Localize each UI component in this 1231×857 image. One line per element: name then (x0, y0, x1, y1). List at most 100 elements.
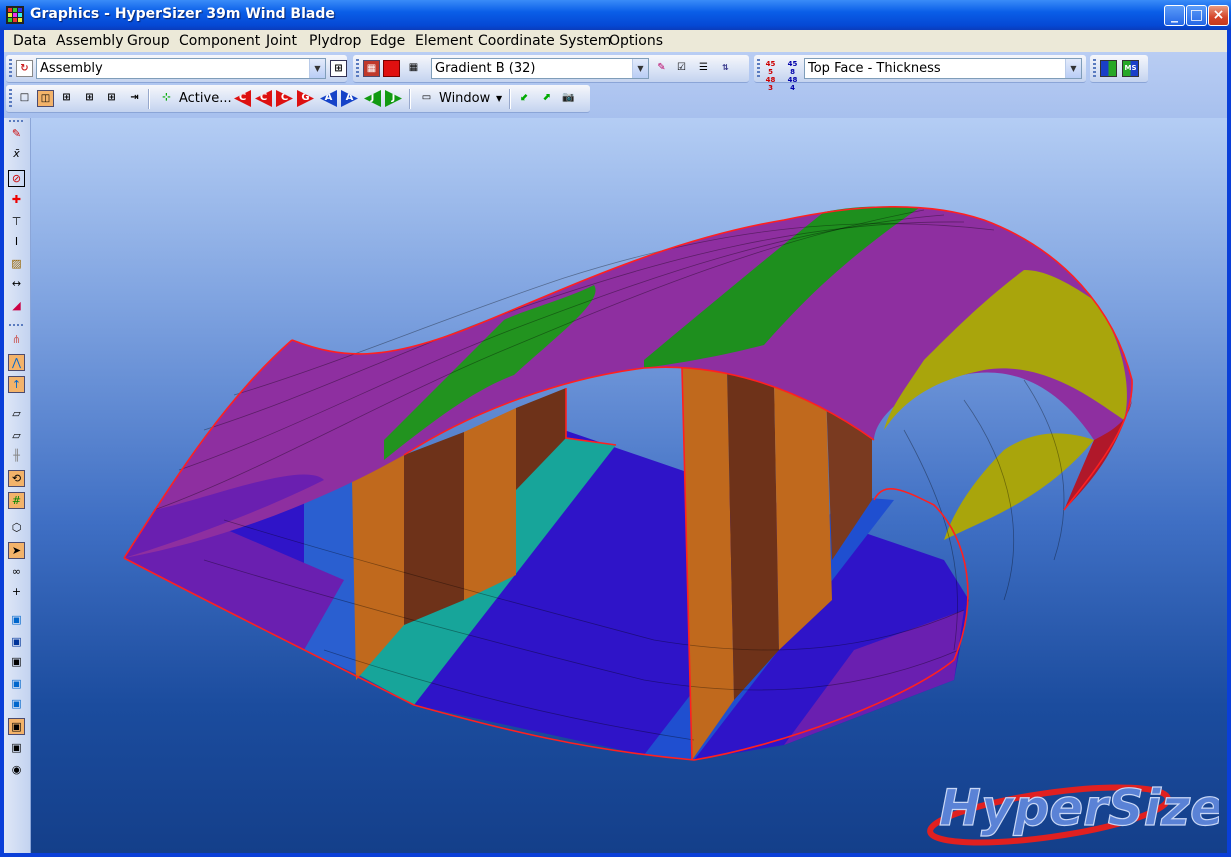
mesh-fill-icon[interactable]: ▦ (363, 60, 380, 77)
no-entry-icon[interactable]: ⊘ (8, 170, 25, 187)
add-icon[interactable]: ✚ (8, 192, 25, 209)
box-view-1-icon[interactable]: ▣ (8, 612, 25, 629)
tree-icon[interactable]: ⋔ (8, 332, 25, 349)
rotate-icon[interactable]: ⟲ (8, 470, 25, 487)
box-view-2-icon[interactable]: ▣ (8, 634, 25, 651)
chevron-down-icon[interactable]: ▼ (632, 59, 648, 78)
numeric-grid-icon[interactable]: 45 5 48 3 (762, 60, 779, 92)
window-menu-label[interactable]: Window (439, 91, 490, 106)
active-filter-label[interactable]: Active... (179, 91, 232, 106)
nav-j-1[interactable]: J (364, 90, 381, 107)
box-view-3-icon[interactable]: ▣ (8, 654, 25, 671)
split-view-icon[interactable]: ◫ (37, 90, 54, 107)
plane-icon[interactable]: ▱ (8, 406, 25, 423)
title-bar[interactable]: Graphics - HyperSizer 39m Wind Blade _ □… (0, 0, 1231, 30)
chevron-down-icon[interactable]: ▼ (496, 94, 502, 103)
solid-fill-icon[interactable] (383, 60, 400, 77)
select-icon[interactable]: ⊹ (158, 90, 175, 107)
menu-joint[interactable]: Joint (266, 33, 297, 49)
pattern-icon[interactable]: ▨ (8, 256, 25, 273)
menu-plydrop[interactable]: Plydrop (309, 33, 361, 49)
x-bar-icon[interactable]: x̄ (8, 146, 25, 163)
assembly-toolbar: ↻ Assembly ▼ ⊞ (6, 55, 347, 83)
face-select-value: Top Face - Thickness (808, 61, 941, 76)
nav-g[interactable]: G (297, 90, 314, 107)
cube-icon[interactable]: ⬡ (8, 520, 25, 537)
gradient-icon[interactable]: ◢ (8, 298, 25, 315)
menu-element[interactable]: Element (415, 33, 473, 49)
nav-a-2[interactable]: A (341, 90, 358, 107)
edit-pencil-icon[interactable]: ✎ (653, 60, 670, 77)
box-view-6-icon[interactable]: ▣ (8, 718, 25, 735)
hgrid-icon[interactable]: ╫ (8, 448, 25, 465)
fan-icon[interactable]: ⋀ (8, 354, 25, 371)
gradient-select[interactable]: Gradient B (32) ▼ (431, 58, 649, 79)
import-icon[interactable]: ⬋ (516, 90, 533, 107)
menu-options[interactable]: Options (609, 33, 663, 49)
nav-c-2[interactable]: C (255, 90, 272, 107)
box-view-5-icon[interactable]: ▣ (8, 696, 25, 713)
display-toolbar: ▦ ▦ Gradient B (32) ▼ ✎ ☑ ☰ ⇅ (353, 55, 749, 83)
quad-view-dark-icon[interactable]: ⊞ (81, 90, 98, 107)
list-icon[interactable]: ☰ (695, 60, 712, 77)
assembly-select[interactable]: Assembly ▼ (36, 58, 326, 79)
gradient-select-value: Gradient B (32) (435, 61, 536, 76)
numeric-list-icon[interactable]: 45 8 48 4 (784, 60, 801, 92)
result-toolbar: 45 5 48 3 45 8 48 4 Top Face - Thickness ▼ (754, 55, 1086, 92)
beam-icon[interactable]: ⊤ (8, 214, 25, 231)
color-map-icon[interactable] (1100, 60, 1117, 77)
quad-view-icon[interactable]: ⊞ (58, 90, 75, 107)
eye-icon[interactable]: ◉ (8, 762, 25, 779)
arrow-up-icon[interactable]: ↑ (8, 376, 25, 393)
nav-j-2[interactable]: J (385, 90, 402, 107)
menu-coordinate-system[interactable]: Coordinate System (478, 33, 611, 49)
toolbar-grip[interactable] (1093, 59, 1096, 79)
maximize-button[interactable]: □ (1186, 5, 1207, 26)
toolbar-grip[interactable] (9, 59, 12, 79)
export-icon[interactable]: ⬈ (538, 90, 555, 107)
color-toolbar: MS (1090, 55, 1148, 83)
crosshair-icon[interactable]: + (8, 584, 25, 601)
chevron-down-icon[interactable]: ▼ (1065, 59, 1081, 78)
i-beam-icon[interactable]: I (8, 234, 25, 251)
nav-c-1[interactable]: C (234, 90, 251, 107)
edit-tool-icon[interactable]: ✎ (8, 126, 25, 143)
dimension-icon[interactable]: ↔ (8, 276, 25, 293)
grid-view-icon[interactable]: ⊞ (330, 60, 347, 77)
toolbar-area: ↻ Assembly ▼ ⊞ ▦ ▦ Gradient B (32) ▼ ✎ ☑ (4, 52, 1227, 118)
sort-icon[interactable]: ⇅ (717, 60, 734, 77)
wireframe-icon[interactable]: ▦ (405, 60, 422, 77)
logo-text: HyperSizer (939, 779, 1219, 837)
menu-data[interactable]: Data (13, 33, 46, 49)
quad-view-light-icon[interactable]: ⊞ (103, 90, 120, 107)
parallelogram-icon[interactable]: ▱ (8, 428, 25, 445)
blade-model-render[interactable] (31, 118, 1227, 853)
app-window: Graphics - HyperSizer 39m Wind Blade _ □… (0, 0, 1231, 857)
refresh-icon[interactable]: ↻ (16, 60, 33, 77)
box-view-4-icon[interactable]: ▣ (8, 676, 25, 693)
menu-group[interactable]: Group (127, 33, 170, 49)
color-scale-icon[interactable]: MS (1122, 60, 1139, 77)
checkbox-list-icon[interactable]: ☑ (673, 60, 690, 77)
glasses-icon[interactable]: ∞ (8, 564, 25, 581)
minimize-button[interactable]: _ (1164, 5, 1185, 26)
nav-c-3[interactable]: C (276, 90, 293, 107)
toolbar-grip[interactable] (757, 59, 760, 79)
toolbar-grip[interactable] (9, 89, 12, 109)
toolbar-grip[interactable] (356, 59, 359, 79)
pointer-icon[interactable]: ➤ (8, 542, 25, 559)
fit-view-icon[interactable]: ⇥ (126, 90, 143, 107)
box-view-7-icon[interactable]: ▣ (8, 740, 25, 757)
chevron-down-icon[interactable]: ▼ (309, 59, 325, 78)
close-button[interactable]: × (1208, 5, 1229, 26)
menu-assembly[interactable]: Assembly (56, 33, 123, 49)
menu-component[interactable]: Component (179, 33, 260, 49)
nav-a-1[interactable]: A (320, 90, 337, 107)
camera-icon[interactable]: 📷 (560, 90, 577, 107)
graphics-viewport[interactable]: HyperSizer (31, 118, 1227, 853)
face-select[interactable]: Top Face - Thickness ▼ (804, 58, 1082, 79)
menu-edge[interactable]: Edge (370, 33, 405, 49)
window-icon[interactable]: ▭ (418, 90, 435, 107)
single-view-icon[interactable]: □ (16, 90, 33, 107)
grid-select-icon[interactable]: # (8, 492, 25, 509)
